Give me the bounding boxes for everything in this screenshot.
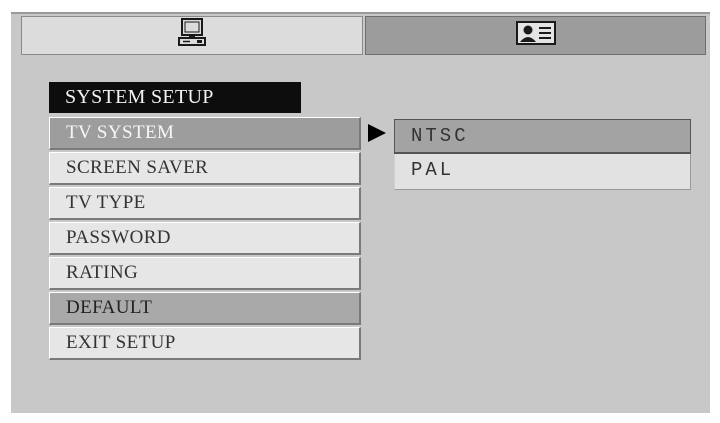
menu-item-exit-setup[interactable]: EXIT SETUP <box>49 327 361 360</box>
menu-item-default[interactable]: DEFAULT <box>49 292 361 325</box>
tv-system-options: NTSC PAL <box>394 119 691 190</box>
pointer-arrow-icon <box>368 124 386 142</box>
menu-item-password[interactable]: PASSWORD <box>49 222 361 255</box>
user-profile-icon <box>515 21 556 50</box>
option-pal[interactable]: PAL <box>394 154 691 190</box>
menu-title: SYSTEM SETUP <box>49 82 301 113</box>
menu-item-rating[interactable]: RATING <box>49 257 361 290</box>
setup-menu: TV SYSTEM SCREEN SAVER TV TYPE PASSWORD … <box>49 117 361 362</box>
menu-item-tv-type[interactable]: TV TYPE <box>49 187 361 220</box>
option-ntsc[interactable]: NTSC <box>394 119 691 154</box>
monitor-icon <box>174 17 210 54</box>
menu-item-screen-saver[interactable]: SCREEN SAVER <box>49 152 361 185</box>
tab-preferences[interactable] <box>365 16 706 55</box>
tab-system-setup[interactable] <box>21 16 363 55</box>
menu-item-tv-system[interactable]: TV SYSTEM <box>49 117 361 150</box>
